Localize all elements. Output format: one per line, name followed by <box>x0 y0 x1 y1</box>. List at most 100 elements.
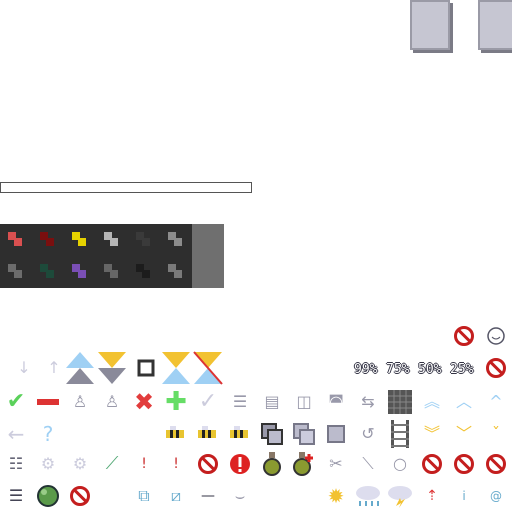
scissors-icon[interactable]: ✂ <box>322 450 350 478</box>
stacked-squares-icon-2[interactable] <box>290 420 318 448</box>
rain-cloud-icon <box>354 482 382 510</box>
percent-label-50: 50% <box>418 362 442 377</box>
percent-label-25: 25% <box>450 362 474 377</box>
tile-pixel <box>14 270 22 278</box>
tile-gravel <box>160 256 192 288</box>
alert-red-icon[interactable] <box>226 450 254 478</box>
cycle-icon[interactable]: ↺ <box>354 420 382 448</box>
stacked-squares-icon[interactable] <box>258 420 286 448</box>
chevron-down-gold-icon[interactable]: ﹀ <box>450 420 478 448</box>
tile-pixel <box>174 238 182 246</box>
triangle-down-gold-icon[interactable] <box>96 350 128 386</box>
document-list-icon[interactable]: ☰ <box>2 482 30 510</box>
progress-bar-fill <box>1 183 251 192</box>
tile-pixel <box>46 238 54 246</box>
tile-black <box>128 256 160 288</box>
wand-icon[interactable]: ⟋ <box>98 450 126 478</box>
tile-dark <box>128 224 160 256</box>
figure-gray-icon-2: ♙ <box>104 392 120 411</box>
tile-pixel <box>14 238 22 246</box>
x-red-icon[interactable]: ✖ <box>130 388 158 416</box>
swap-frame-icon[interactable]: ⧉ <box>130 482 158 510</box>
progress-bar <box>0 182 252 193</box>
tile-pixel <box>174 270 182 278</box>
tile-pixel <box>142 270 150 278</box>
sun-icon: ✹ <box>327 484 345 508</box>
tile-pixel <box>78 270 86 278</box>
check-green-icon[interactable]: ✔ <box>2 388 30 416</box>
tile-pixel <box>78 238 86 246</box>
forbidden-icon-3[interactable] <box>194 450 222 478</box>
square-outline-icon[interactable] <box>132 354 160 382</box>
smiley-outline-icon[interactable] <box>482 322 510 350</box>
panel-tab-right[interactable] <box>478 0 512 50</box>
forbidden-icon-5[interactable] <box>450 450 478 478</box>
ring-icon[interactable]: ○ <box>386 450 414 478</box>
forbidden-icon-7[interactable] <box>66 482 94 510</box>
tile-dark-green <box>32 256 64 288</box>
figure-gray-icon: ♙ <box>72 392 88 411</box>
arrow-up-small-icon: ⇡ <box>426 488 438 504</box>
tile-pixel <box>46 270 54 278</box>
tile-pixel <box>110 270 118 278</box>
caret-down-gold-icon[interactable]: ˇ <box>482 420 510 448</box>
diagonal-icon[interactable]: ⟍ <box>354 450 382 478</box>
tile-gray-check <box>96 224 128 256</box>
bee-icon-3 <box>226 420 254 448</box>
tile-pixel <box>110 238 118 246</box>
info-small-icon: ⅰ <box>462 489 466 503</box>
hourglass-red-icon[interactable] <box>192 350 224 386</box>
tile-stone <box>192 224 224 256</box>
exclamation-icon: ! <box>141 456 147 472</box>
green-orb-icon[interactable] <box>34 482 62 510</box>
triangle-up-blue-icon[interactable] <box>64 350 96 386</box>
tile-light-gray <box>160 224 192 256</box>
bee-icon-2 <box>194 420 222 448</box>
tile-mid-gray <box>96 256 128 288</box>
forbidden-icon-6[interactable] <box>482 450 510 478</box>
arrow-swap-icon[interactable]: ⇆ <box>354 388 382 416</box>
tile-yellow <box>64 224 96 256</box>
square-icon[interactable] <box>322 420 350 448</box>
gear-icon[interactable]: ⚙ <box>34 450 62 478</box>
forbidden-icon-2[interactable] <box>482 354 510 382</box>
question-icon[interactable]: ? <box>34 420 62 448</box>
page-icon: ▤ <box>264 392 280 411</box>
tile-gray <box>0 256 32 288</box>
percent-label-99: 99% <box>354 362 378 377</box>
forbidden-icon-4[interactable] <box>418 450 446 478</box>
cup-icon: ◫ <box>296 392 312 411</box>
caret-up-blue-icon[interactable]: ^ <box>482 388 510 416</box>
hourglass-gold-blue-icon[interactable] <box>160 350 192 386</box>
lid-icon: ◚ <box>328 392 344 411</box>
bee-icon <box>162 420 190 448</box>
arrow-left-icon[interactable]: ← <box>2 420 30 448</box>
check-outline-icon[interactable]: ✓ <box>194 388 222 416</box>
tile-stone-2 <box>192 256 224 288</box>
slash-frame-icon[interactable]: ⧄ <box>162 482 190 510</box>
plus-green-icon[interactable]: ✚ <box>162 388 190 416</box>
stack-icon: ☰ <box>232 392 248 411</box>
at-icon: @ <box>490 489 502 503</box>
potion-plus-icon[interactable] <box>290 450 318 478</box>
grid-block-icon <box>386 388 414 416</box>
chevron-up-blue-icon[interactable]: ︿ <box>450 388 478 416</box>
tile-dark-red <box>32 224 64 256</box>
tile-red-dots <box>0 224 32 256</box>
tile-purple <box>64 256 96 288</box>
thunder-cloud-icon <box>386 482 414 510</box>
potion-icon[interactable] <box>258 450 286 478</box>
gear-icon-2[interactable]: ⚙ <box>66 450 94 478</box>
double-chevron-down-gold-icon[interactable]: ︾ <box>418 420 446 448</box>
percent-label-75: 75% <box>386 362 410 377</box>
minus-red-icon[interactable] <box>34 388 62 416</box>
list-icon[interactable]: ☷ <box>2 450 30 478</box>
panel-tab-left[interactable] <box>410 0 450 50</box>
exclamation-icon-2: ! <box>173 456 179 472</box>
arrow-down-thin-icon[interactable]: ↓ <box>10 354 38 382</box>
dash-icon[interactable]: — <box>194 482 222 510</box>
ladder-icon <box>386 420 414 448</box>
tile-pixel <box>142 238 150 246</box>
forbidden-icon[interactable] <box>450 322 478 350</box>
double-chevron-up-blue-icon[interactable]: ︽ <box>418 388 446 416</box>
